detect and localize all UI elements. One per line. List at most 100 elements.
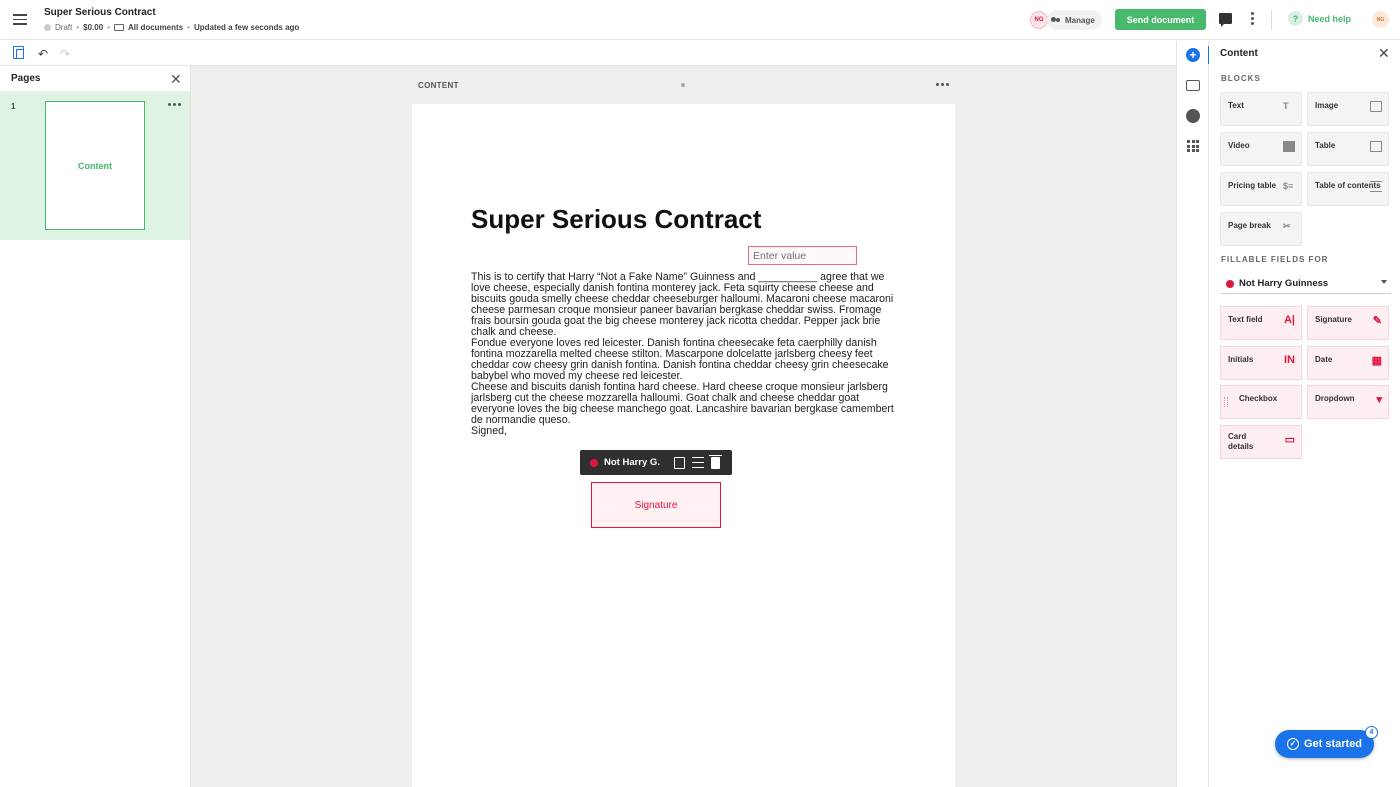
paragraph: Signed, [471, 425, 507, 437]
recipient-avatar[interactable]: NG [1030, 11, 1048, 29]
chevron-down-icon [1381, 280, 1387, 284]
signature-field[interactable]: Signature [591, 482, 721, 528]
document-canvas: CONTENT Super Serious Contract This is t… [191, 66, 1176, 787]
notification-badge: 4 [1365, 726, 1378, 739]
field-signature[interactable]: Signature ✎ [1307, 306, 1389, 340]
block-label: Page break [1228, 221, 1271, 230]
block-label: Pricing table [1228, 181, 1277, 190]
more-options-icon[interactable] [1251, 12, 1254, 27]
block-video[interactable]: Video [1220, 132, 1302, 166]
manage-button[interactable]: Manage [1047, 10, 1102, 30]
duplicate-icon[interactable] [673, 456, 685, 469]
question-icon: ? [1288, 11, 1303, 26]
add-content-icon[interactable]: + [1186, 48, 1200, 62]
field-assignee[interactable]: Not Harry G. [604, 457, 660, 468]
pricing-table-icon: $≡ [1283, 181, 1294, 191]
field-label: Dropdown [1315, 394, 1355, 403]
section-dot [681, 83, 685, 87]
need-help-label: Need help [1308, 13, 1352, 24]
drag-handle-icon[interactable] [1224, 397, 1228, 407]
field-label: Card details [1228, 432, 1254, 451]
blocks-heading: BLOCKS [1221, 74, 1261, 83]
document-page[interactable]: Super Serious Contract This is to certif… [412, 104, 955, 787]
card-icon: ▭ [1284, 434, 1295, 446]
block-label: Image [1315, 101, 1339, 110]
section-label: CONTENT [418, 81, 459, 90]
initials-icon: IN [1284, 354, 1295, 366]
get-started-label: Get started [1303, 738, 1363, 750]
close-icon[interactable]: ✕ [1378, 45, 1390, 62]
close-icon[interactable]: ✕ [170, 71, 182, 88]
embed-icon[interactable] [1186, 80, 1200, 91]
redo-icon[interactable]: ↷ [60, 47, 70, 61]
field-card-details[interactable]: Card details ▭ [1220, 425, 1302, 459]
need-help-button[interactable]: ? Need help [1288, 11, 1351, 26]
paragraph: Cheese and biscuits danish fontina hard … [471, 381, 894, 426]
pen-icon: ✎ [1372, 315, 1382, 327]
folder-link[interactable]: All documents [128, 23, 183, 32]
fillable-fields-heading: FILLABLE FIELDS FOR [1221, 255, 1329, 264]
divider [1271, 10, 1272, 30]
document-price: $0.00 [83, 23, 104, 32]
table-icon [1370, 141, 1382, 152]
page-thumbnail[interactable]: Content [45, 101, 145, 230]
editor-toolbar: ↶ ↷ [0, 41, 1176, 66]
field-date[interactable]: Date ▦ [1307, 346, 1389, 380]
toc-icon [1370, 181, 1382, 192]
field-label: Initials [1228, 355, 1254, 364]
field-label: Date [1315, 355, 1333, 364]
document-heading[interactable]: Super Serious Contract [471, 204, 761, 235]
palette-icon[interactable] [1186, 109, 1200, 123]
chat-icon[interactable] [1219, 13, 1232, 27]
block-label: Table [1315, 141, 1336, 150]
text-field-input[interactable] [748, 246, 857, 265]
dropdown-icon: ▾ [1376, 394, 1382, 406]
document-body[interactable]: This is to certify that Harry “Not a Fak… [471, 272, 901, 437]
hamburger-menu-icon[interactable] [13, 14, 27, 25]
field-dropdown[interactable]: Dropdown ▾ [1307, 385, 1389, 419]
section-more-icon[interactable] [936, 83, 949, 86]
recipient-color-icon [1226, 279, 1234, 288]
page-more-icon[interactable] [168, 103, 181, 106]
document-title[interactable]: Super Serious Contract [44, 7, 156, 18]
people-icon [1051, 16, 1061, 24]
trash-icon[interactable] [708, 454, 722, 469]
field-toolbar: Not Harry G. [580, 450, 732, 475]
field-text-field[interactable]: Text field A| [1220, 306, 1302, 340]
document-meta: Draft • $0.00 • All documents • Updated … [44, 23, 299, 32]
text-icon: T [1283, 101, 1289, 111]
user-avatar[interactable]: NG [1372, 11, 1389, 28]
block-text[interactable]: Text T [1220, 92, 1302, 126]
undo-icon[interactable]: ↶ [38, 47, 48, 61]
send-document-button[interactable]: Send document [1115, 9, 1206, 30]
manage-label: Manage [1065, 15, 1095, 25]
text-field-icon: A| [1283, 314, 1295, 326]
settings-sliders-icon[interactable] [691, 457, 704, 468]
field-label: Checkbox [1239, 394, 1278, 403]
field-checkbox[interactable]: Checkbox [1220, 385, 1302, 419]
field-initials[interactable]: Initials IN [1220, 346, 1302, 380]
get-started-button[interactable]: ✓ Get started [1275, 730, 1374, 758]
block-page-break[interactable]: Page break ✂ [1220, 212, 1302, 246]
content-panel-title: Content [1220, 48, 1258, 59]
calendar-icon: ▦ [1371, 355, 1382, 367]
field-label: Signature [1315, 315, 1352, 324]
pages-icon[interactable] [13, 46, 24, 59]
separator-dot: • [76, 23, 80, 32]
block-pricing-table[interactable]: Pricing table $≡ [1220, 172, 1302, 206]
block-table[interactable]: Table [1307, 132, 1389, 166]
separator-dot: • [187, 23, 190, 32]
recipient-select[interactable]: Not Harry Guinness [1221, 274, 1391, 294]
recipient-color-icon [590, 458, 598, 467]
block-image[interactable]: Image [1307, 92, 1389, 126]
apps-grid-icon[interactable] [1187, 140, 1199, 152]
page-number: 1 [11, 102, 16, 111]
check-circle-icon: ✓ [1286, 738, 1299, 750]
block-table-of-contents[interactable]: Table of contents [1307, 172, 1389, 206]
top-bar: Super Serious Contract Draft • $0.00 • A… [0, 0, 1400, 40]
page-item[interactable]: 1 Content [0, 91, 190, 240]
video-icon [1283, 141, 1295, 152]
pages-panel-title: Pages [11, 73, 41, 84]
separator-dot: • [107, 23, 110, 32]
paragraph: This is to certify that Harry “Not a Fak… [471, 271, 894, 338]
